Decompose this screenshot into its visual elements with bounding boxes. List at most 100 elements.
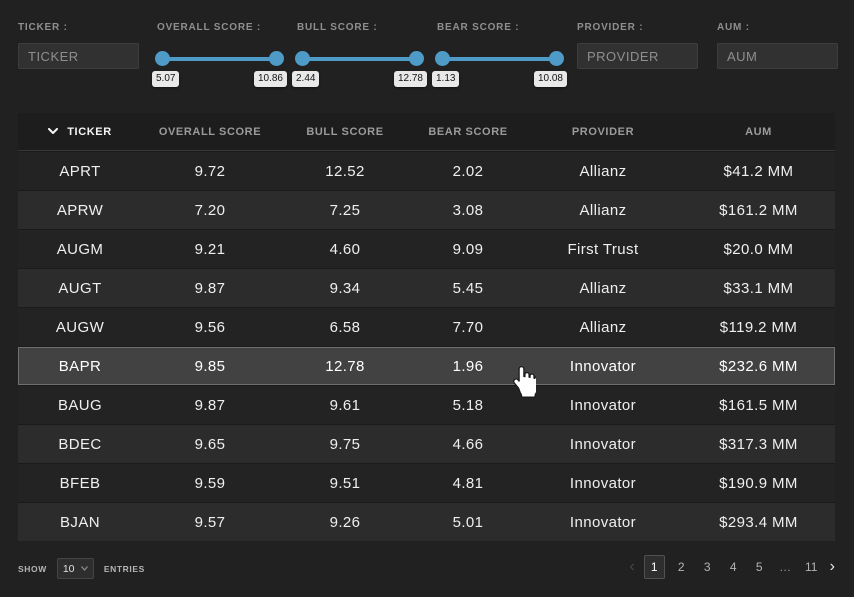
- cell-overall: 9.21: [142, 241, 278, 258]
- pagination-page-3[interactable]: 3: [698, 555, 717, 579]
- bear-score-slider[interactable]: [437, 51, 562, 66]
- column-header-bull-score[interactable]: BULL SCORE: [278, 126, 412, 138]
- slider-track[interactable]: [297, 57, 422, 61]
- page-size-select[interactable]: 10: [57, 558, 94, 579]
- cell-overall: 9.65: [142, 436, 278, 453]
- cell-provider: Allianz: [524, 202, 682, 219]
- cell-overall: 9.85: [142, 358, 278, 375]
- provider-filter-input[interactable]: [577, 43, 698, 69]
- entries-label: ENTRIES: [104, 564, 145, 574]
- chevron-right-icon[interactable]: ›: [828, 559, 837, 575]
- cell-bull: 7.25: [278, 202, 412, 219]
- column-header-provider[interactable]: PROVIDER: [524, 126, 682, 138]
- cell-aum: $293.4 MM: [682, 514, 835, 531]
- table-row-augw[interactable]: AUGW9.566.587.70Allianz$119.2 MM: [18, 307, 835, 346]
- column-header-bear-score[interactable]: BEAR SCORE: [412, 126, 524, 138]
- ticker-filter-label: TICKER :: [18, 22, 139, 34]
- cell-overall: 9.59: [142, 475, 278, 492]
- cell-aum: $41.2 MM: [682, 163, 835, 180]
- pagination-page-11[interactable]: 11: [802, 555, 821, 579]
- cell-provider: Innovator: [524, 514, 682, 531]
- filter-ticker: TICKER :: [18, 22, 139, 69]
- cell-bear: 4.81: [412, 475, 524, 492]
- slider-max-value: 12.78: [394, 71, 427, 87]
- table-row-aprw[interactable]: APRW7.207.253.08Allianz$161.2 MM: [18, 190, 835, 229]
- cell-ticker: BFEB: [18, 475, 142, 492]
- cell-bear: 7.70: [412, 319, 524, 336]
- chevron-left-icon[interactable]: ‹: [627, 559, 636, 575]
- cell-ticker: BAUG: [18, 397, 142, 414]
- cell-provider: Allianz: [524, 163, 682, 180]
- table-row-aprt[interactable]: APRT9.7212.522.02Allianz$41.2 MM: [18, 151, 835, 190]
- cell-bull: 9.34: [278, 280, 412, 297]
- slider-handle-max[interactable]: [269, 51, 284, 66]
- provider-filter-label: PROVIDER :: [577, 22, 698, 34]
- bear-score-filter-label: BEAR SCORE :: [437, 22, 567, 34]
- cell-provider: First Trust: [524, 241, 682, 258]
- cell-bull: 9.75: [278, 436, 412, 453]
- pagination-page-1[interactable]: 1: [644, 555, 665, 579]
- slider-handle-min[interactable]: [155, 51, 170, 66]
- cell-ticker: BJAN: [18, 514, 142, 531]
- slider-handle-min[interactable]: [295, 51, 310, 66]
- slider-track[interactable]: [437, 57, 562, 61]
- cell-overall: 9.87: [142, 397, 278, 414]
- cell-aum: $161.2 MM: [682, 202, 835, 219]
- pagination-page-5[interactable]: 5: [750, 555, 769, 579]
- table-row-bfeb[interactable]: BFEB9.599.514.81Innovator$190.9 MM: [18, 463, 835, 502]
- slider-track[interactable]: [157, 57, 282, 61]
- cell-bull: 9.26: [278, 514, 412, 531]
- table-header: TICKER OVERALL SCORE BULL SCORE BEAR SCO…: [18, 113, 835, 151]
- table-row-augm[interactable]: AUGM9.214.609.09First Trust$20.0 MM: [18, 229, 835, 268]
- cell-aum: $20.0 MM: [682, 241, 835, 258]
- slider-min-value: 5.07: [152, 71, 179, 87]
- cell-bear: 1.96: [412, 358, 524, 375]
- slider-min-value: 2.44: [292, 71, 319, 87]
- slider-handle-max[interactable]: [549, 51, 564, 66]
- chevron-down-icon: [48, 128, 58, 135]
- aum-filter-input[interactable]: [717, 43, 838, 69]
- cell-overall: 9.72: [142, 163, 278, 180]
- cell-aum: $232.6 MM: [682, 358, 835, 375]
- table-row-bjan[interactable]: BJAN9.579.265.01Innovator$293.4 MM: [18, 502, 835, 541]
- table-row-baug[interactable]: BAUG9.879.615.18Innovator$161.5 MM: [18, 385, 835, 424]
- chevron-down-icon: [81, 566, 88, 571]
- cell-aum: $161.5 MM: [682, 397, 835, 414]
- bull-score-slider[interactable]: [297, 51, 422, 66]
- filter-provider: PROVIDER :: [577, 22, 698, 69]
- slider-handle-min[interactable]: [435, 51, 450, 66]
- cell-bear: 2.02: [412, 163, 524, 180]
- cell-bear: 9.09: [412, 241, 524, 258]
- slider-handle-max[interactable]: [409, 51, 424, 66]
- cell-ticker: BDEC: [18, 436, 142, 453]
- table-row-bdec[interactable]: BDEC9.659.754.66Innovator$317.3 MM: [18, 424, 835, 463]
- pagination-page-2[interactable]: 2: [672, 555, 691, 579]
- pagination-page-4[interactable]: 4: [724, 555, 743, 579]
- overall-score-slider[interactable]: [157, 51, 282, 66]
- cell-bear: 4.66: [412, 436, 524, 453]
- cell-aum: $317.3 MM: [682, 436, 835, 453]
- cell-provider: Innovator: [524, 397, 682, 414]
- cell-ticker: BAPR: [18, 358, 142, 375]
- column-header-overall-score[interactable]: OVERALL SCORE: [142, 126, 278, 138]
- pagination-ellipsis: …: [776, 555, 795, 579]
- column-header-ticker[interactable]: TICKER: [18, 126, 142, 138]
- column-header-aum[interactable]: AUM: [682, 126, 835, 138]
- cell-ticker: AUGT: [18, 280, 142, 297]
- table-row-augt[interactable]: AUGT9.879.345.45Allianz$33.1 MM: [18, 268, 835, 307]
- table-row-bapr[interactable]: BAPR9.8512.781.96Innovator$232.6 MM: [18, 346, 835, 385]
- pagination: ‹ 12345 … 11 ›: [627, 553, 837, 581]
- ticker-filter-input[interactable]: [18, 43, 139, 69]
- overall-score-filter-label: OVERALL SCORE :: [157, 22, 287, 34]
- pagination-pages: 12345 … 11: [644, 555, 821, 579]
- aum-filter-label: AUM :: [717, 22, 838, 34]
- cell-aum: $190.9 MM: [682, 475, 835, 492]
- cell-bear: 5.18: [412, 397, 524, 414]
- slider-max-value: 10.08: [534, 71, 567, 87]
- cell-ticker: APRT: [18, 163, 142, 180]
- cell-ticker: AUGM: [18, 241, 142, 258]
- cell-provider: Innovator: [524, 436, 682, 453]
- cell-provider: Innovator: [524, 475, 682, 492]
- show-label: SHOW: [18, 564, 47, 574]
- slider-min-value: 1.13: [432, 71, 459, 87]
